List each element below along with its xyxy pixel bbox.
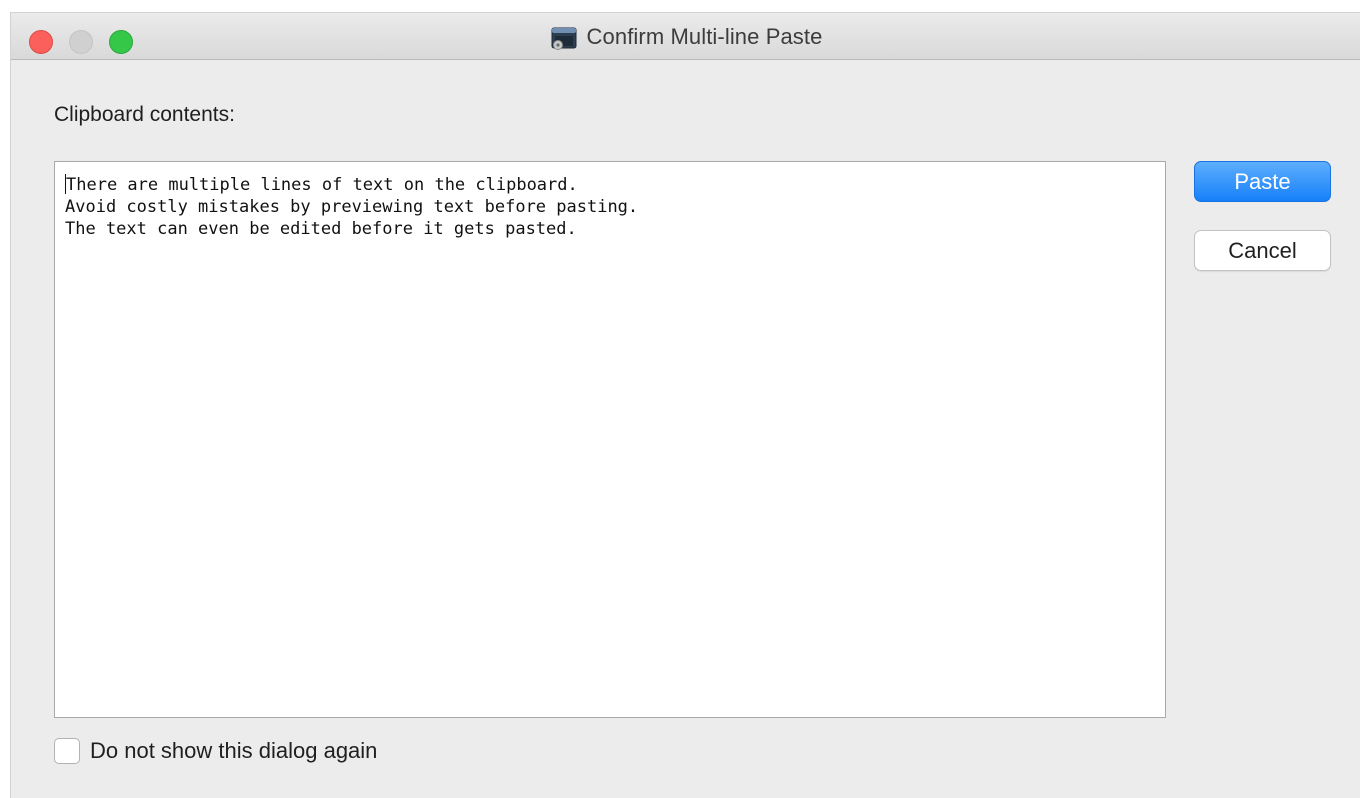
window-title: Confirm Multi-line Paste xyxy=(586,23,823,49)
do-not-show-again-row[interactable]: Do not show this dialog again xyxy=(54,738,377,764)
clipboard-line-1: There are multiple lines of text on the … xyxy=(66,175,578,195)
minimize-window-button[interactable] xyxy=(69,30,93,54)
clipboard-line-2: Avoid costly mistakes by previewing text… xyxy=(65,197,639,217)
paste-button[interactable]: Paste xyxy=(1194,161,1331,202)
close-window-button[interactable] xyxy=(29,30,53,54)
title-bar[interactable]: Confirm Multi-line Paste xyxy=(11,13,1360,60)
clipboard-text-area[interactable]: There are multiple lines of text on the … xyxy=(54,161,1166,718)
confirm-paste-dialog: Confirm Multi-line Paste Clipboard conte… xyxy=(10,12,1360,798)
do-not-show-again-checkbox[interactable] xyxy=(54,738,80,764)
do-not-show-again-label[interactable]: Do not show this dialog again xyxy=(90,738,377,764)
clipboard-contents-label: Clipboard contents: xyxy=(54,103,235,126)
terminal-app-icon xyxy=(549,23,579,53)
zoom-window-button[interactable] xyxy=(109,30,133,54)
clipboard-line-3: The text can even be edited before it ge… xyxy=(65,219,577,239)
cancel-button[interactable]: Cancel xyxy=(1194,230,1331,271)
